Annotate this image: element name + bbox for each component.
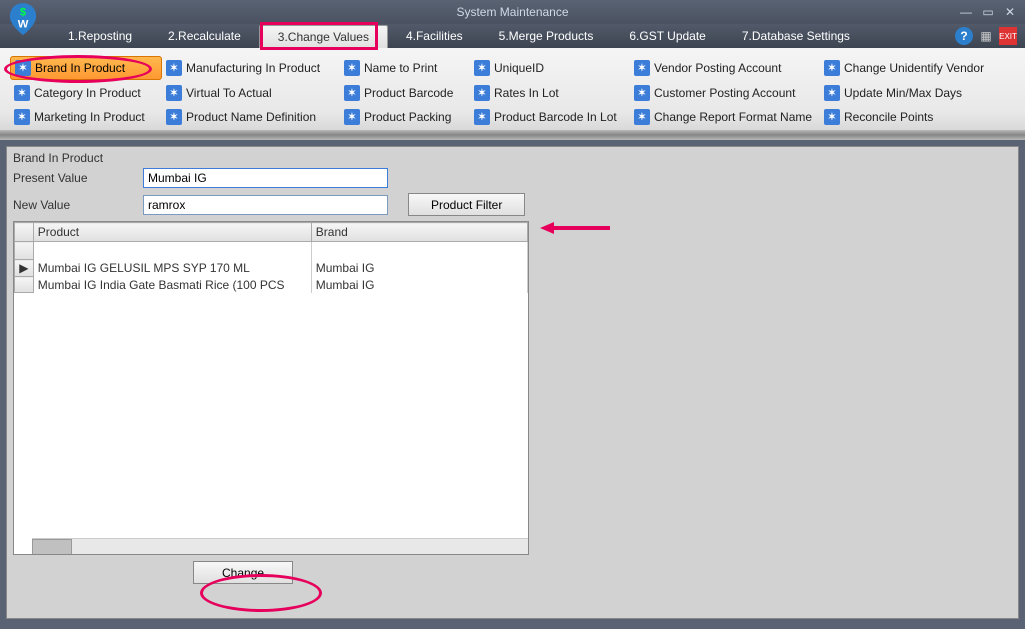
action-icon: ✶ (824, 60, 840, 76)
product-filter-button[interactable]: Product Filter (408, 193, 525, 216)
ribbon-virtual-to-actual[interactable]: ✶Virtual To Actual (162, 82, 340, 104)
app-logo-icon: $ W (8, 2, 38, 36)
grid-corner (15, 223, 34, 242)
row-marker-icon: ▶ (15, 260, 34, 277)
ribbon-uniqueid[interactable]: ✶UniqueID (470, 56, 630, 80)
new-value-input[interactable] (143, 195, 388, 215)
col-product[interactable]: Product (33, 223, 311, 242)
action-icon: ✶ (166, 60, 182, 76)
ribbon-change-unidentify-vendor[interactable]: ✶Change Unidentify Vendor (820, 56, 1010, 80)
action-icon: ✶ (166, 109, 182, 125)
action-icon: ✶ (634, 60, 650, 76)
change-button[interactable]: Change (193, 561, 293, 584)
menu-facilities[interactable]: 4.Facilities (388, 25, 481, 47)
action-icon: ✶ (634, 109, 650, 125)
action-icon: ✶ (344, 60, 360, 76)
minimize-button[interactable]: — (957, 5, 975, 19)
section-title: Brand In Product (13, 151, 1012, 165)
window-title: System Maintenance (456, 5, 568, 19)
row-marker-icon (15, 277, 34, 293)
menu-database-settings[interactable]: 7.Database Settings (724, 25, 868, 47)
ribbon-brand-in-product[interactable]: ✶Brand In Product (10, 56, 162, 80)
menu-gst-update[interactable]: 6.GST Update (611, 25, 724, 47)
table-row[interactable]: ▶ Mumbai IG GELUSIL MPS SYP 170 ML Mumba… (15, 260, 528, 277)
ribbon-name-to-print[interactable]: ✶Name to Print (340, 56, 470, 80)
action-icon: ✶ (634, 85, 650, 101)
action-icon: ✶ (824, 85, 840, 101)
ribbon-manufacturing-in-product[interactable]: ✶Manufacturing In Product (162, 56, 340, 80)
action-icon: ✶ (824, 109, 840, 125)
svg-text:$: $ (20, 6, 27, 18)
ribbon-product-barcode[interactable]: ✶Product Barcode (340, 82, 470, 104)
close-button[interactable]: ✕ (1001, 5, 1019, 19)
ribbon-product-name-definition[interactable]: ✶Product Name Definition (162, 106, 340, 128)
ribbon-product-packing[interactable]: ✶Product Packing (340, 106, 470, 128)
present-value-input[interactable] (143, 168, 388, 188)
maximize-button[interactable]: ▭ (979, 5, 997, 19)
filter-row[interactable] (15, 242, 528, 260)
action-icon: ✶ (15, 60, 31, 76)
table-row[interactable]: Mumbai IG India Gate Basmati Rice (100 P… (15, 277, 528, 293)
horizontal-scrollbar[interactable] (32, 538, 528, 554)
action-icon: ✶ (344, 85, 360, 101)
ribbon-product-barcode-in-lot[interactable]: ✶Product Barcode In Lot (470, 106, 630, 128)
menu-recalculate[interactable]: 2.Recalculate (150, 25, 259, 47)
action-icon: ✶ (14, 85, 30, 101)
ribbon-divider (0, 130, 1025, 140)
menubar: 1.Reposting 2.Recalculate 3.Change Value… (0, 24, 1025, 48)
menu-reposting[interactable]: 1.Reposting (50, 25, 150, 47)
menu-change-values[interactable]: 3.Change Values (259, 25, 388, 48)
ribbon-rates-in-lot[interactable]: ✶Rates In Lot (470, 82, 630, 104)
ribbon: ✶Brand In Product ✶Manufacturing In Prod… (0, 48, 1025, 140)
exit-icon[interactable]: EXIT (999, 27, 1017, 45)
menu-merge-products[interactable]: 5.Merge Products (481, 25, 612, 47)
ribbon-customer-posting-account[interactable]: ✶Customer Posting Account (630, 82, 820, 104)
action-icon: ✶ (14, 109, 30, 125)
ribbon-vendor-posting-account[interactable]: ✶Vendor Posting Account (630, 56, 820, 80)
present-value-label: Present Value (13, 171, 143, 185)
svg-text:W: W (18, 18, 29, 30)
window-titlebar: $ W System Maintenance — ▭ ✕ (0, 0, 1025, 24)
help-icon[interactable]: ? (955, 27, 973, 45)
action-icon: ✶ (344, 109, 360, 125)
action-icon: ✶ (474, 85, 490, 101)
col-brand[interactable]: Brand (311, 223, 527, 242)
ribbon-reconcile-points[interactable]: ✶Reconcile Points (820, 106, 1010, 128)
content-panel: Brand In Product Present Value New Value… (6, 146, 1019, 619)
new-value-label: New Value (13, 198, 143, 212)
product-grid[interactable]: Product Brand ▶ Mumbai IG GELUSIL MPS SY… (13, 221, 529, 555)
action-icon: ✶ (474, 109, 490, 125)
grid-header-row: Product Brand (15, 223, 528, 242)
ribbon-category-in-product[interactable]: ✶Category In Product (10, 82, 162, 104)
settings-icon[interactable]: ▦ (977, 27, 995, 45)
ribbon-change-report-format-name[interactable]: ✶Change Report Format Name (630, 106, 820, 128)
ribbon-marketing-in-product[interactable]: ✶Marketing In Product (10, 106, 162, 128)
ribbon-update-minmax-days[interactable]: ✶Update Min/Max Days (820, 82, 1010, 104)
action-icon: ✶ (166, 85, 182, 101)
action-icon: ✶ (474, 60, 490, 76)
